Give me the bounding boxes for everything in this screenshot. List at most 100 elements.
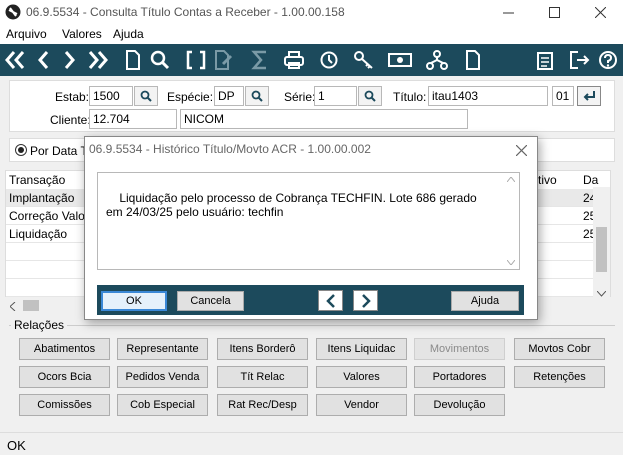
title-bar: 06.9.5534 - Consulta Título Contas a Rec… xyxy=(0,0,623,24)
exit-button[interactable] xyxy=(568,48,592,72)
document-button[interactable] xyxy=(121,48,145,72)
cliente-label: Cliente: xyxy=(50,113,91,127)
print-button[interactable] xyxy=(282,48,306,72)
chevron-down-icon xyxy=(507,260,515,265)
serie-label: Série: xyxy=(284,90,316,104)
especie-lookup-button[interactable] xyxy=(245,86,269,106)
menu-valores[interactable]: Valores xyxy=(62,27,102,41)
close-button[interactable] xyxy=(577,0,623,24)
menu-ajuda[interactable]: Ajuda xyxy=(113,27,144,41)
cliente-code-field[interactable]: 12.704 xyxy=(89,109,177,129)
minimize-button[interactable] xyxy=(485,0,531,24)
tit-relac-button[interactable]: Tít Relac xyxy=(217,366,308,388)
first-record-button[interactable] xyxy=(3,48,27,72)
pedidos-venda-button[interactable]: Pedidos Venda xyxy=(117,366,208,388)
edit-document-button[interactable] xyxy=(212,48,236,72)
help-icon xyxy=(599,51,617,69)
help-button[interactable] xyxy=(596,48,620,72)
header-transacao[interactable]: Transação xyxy=(9,173,65,187)
search-button[interactable] xyxy=(148,48,172,72)
portadores-button[interactable]: Portadores xyxy=(414,366,505,388)
history-icon xyxy=(320,51,338,69)
chevron-up-icon xyxy=(507,177,515,182)
itens-bordero-button[interactable]: Itens Borderô xyxy=(217,338,308,360)
scroll-thumb[interactable] xyxy=(596,227,607,272)
hierarchy-icon xyxy=(426,50,448,70)
ajuda-button[interactable]: Ajuda xyxy=(451,291,519,311)
previous-record-button[interactable] xyxy=(31,48,55,72)
titulo-label: Título: xyxy=(393,90,427,104)
history-button[interactable] xyxy=(317,48,341,72)
cell-transacao: Correção Valo xyxy=(9,209,85,223)
chevron-right-icon xyxy=(361,293,371,308)
double-chevron-right-icon xyxy=(88,51,108,69)
chevron-right-icon xyxy=(64,51,75,69)
maximize-button[interactable] xyxy=(531,0,577,24)
key-button[interactable] xyxy=(352,48,376,72)
estab-lookup-button[interactable] xyxy=(134,86,158,106)
grid-vertical-scrollbar[interactable] xyxy=(593,187,610,299)
serie-lookup-button[interactable] xyxy=(358,86,382,106)
cliente-name-field: NICOM xyxy=(180,109,468,129)
historico-dialog: 06.9.5534 - Histórico Título/Movto ACR -… xyxy=(84,136,538,320)
cancel-button[interactable]: Cancela xyxy=(177,291,244,311)
key-icon xyxy=(354,51,373,69)
history-memo[interactable]: Liquidação pelo processo de Cobrança TEC… xyxy=(97,172,520,270)
brackets-icon xyxy=(186,50,206,70)
order-by-date-radio[interactable] xyxy=(15,144,27,156)
header-tivo[interactable]: tivo xyxy=(538,173,557,187)
memo-scrollbar[interactable] xyxy=(504,174,518,268)
ok-button[interactable]: OK xyxy=(101,291,167,311)
edit-document-icon xyxy=(215,50,233,70)
status-bar: OK xyxy=(0,432,623,455)
cob-especial-button[interactable]: Cob Especial xyxy=(117,394,208,416)
sum-button[interactable] xyxy=(248,48,272,72)
devolucao-button[interactable]: Devolução xyxy=(414,394,505,416)
header-data[interactable]: Da xyxy=(583,173,598,187)
double-chevron-left-icon xyxy=(5,51,25,69)
abatimentos-button[interactable]: Abatimentos xyxy=(19,338,110,360)
menu-bar: Arquivo Valores Ajuda xyxy=(0,24,623,44)
chevron-left-icon xyxy=(325,293,335,308)
hierarchy-button[interactable] xyxy=(425,48,449,72)
search-icon xyxy=(150,50,170,70)
relacoes-title: Relações xyxy=(11,318,68,332)
search-icon xyxy=(251,90,263,102)
itens-liquidac-button[interactable]: Itens Liquidac xyxy=(316,338,407,360)
last-record-button[interactable] xyxy=(86,48,110,72)
ocors-bcia-button[interactable]: Ocors Bcia xyxy=(19,366,110,388)
clipboard-button[interactable] xyxy=(533,48,557,72)
movimentos-button[interactable]: Movimentos xyxy=(414,338,505,360)
estab-field[interactable]: 1500 xyxy=(89,86,133,106)
status-text: OK xyxy=(7,438,26,453)
previous-button[interactable] xyxy=(318,290,343,311)
vendor-button[interactable]: Vendor xyxy=(316,394,407,416)
menu-arquivo[interactable]: Arquivo xyxy=(6,27,47,41)
page-button[interactable] xyxy=(461,48,485,72)
next-record-button[interactable] xyxy=(58,48,82,72)
window-title: 06.9.5534 - Consulta Título Contas a Rec… xyxy=(26,5,345,19)
brackets-button[interactable] xyxy=(184,48,208,72)
especie-label: Espécie: xyxy=(167,90,214,104)
estab-label: Estab: xyxy=(55,90,90,104)
scroll-thumb[interactable] xyxy=(23,300,39,311)
titulo-field[interactable]: itau1403 xyxy=(428,86,548,106)
chevron-left-icon xyxy=(10,302,16,311)
next-button[interactable] xyxy=(353,290,378,311)
dialog-button-bar: OK Cancela Ajuda xyxy=(97,285,524,315)
dialog-close-button[interactable] xyxy=(515,139,528,161)
money-button[interactable] xyxy=(388,48,412,72)
money-icon xyxy=(388,53,412,67)
confirm-button[interactable] xyxy=(577,86,601,106)
movtos-cobr-button[interactable]: Movtos Cobr xyxy=(514,338,605,360)
especie-field[interactable]: DP xyxy=(214,86,244,106)
close-icon xyxy=(594,6,606,18)
rat-rec-desp-button[interactable]: Rat Rec/Desp xyxy=(217,394,308,416)
comissoes-button[interactable]: Comissões xyxy=(19,394,110,416)
serie-field[interactable]: 1 xyxy=(314,86,357,106)
retencoes-button[interactable]: Retenções xyxy=(514,366,605,388)
representante-button[interactable]: Representante xyxy=(117,338,208,360)
parcela-field[interactable]: 01 xyxy=(552,86,574,106)
clipboard-icon xyxy=(537,52,553,70)
valores-button[interactable]: Valores xyxy=(316,366,407,388)
